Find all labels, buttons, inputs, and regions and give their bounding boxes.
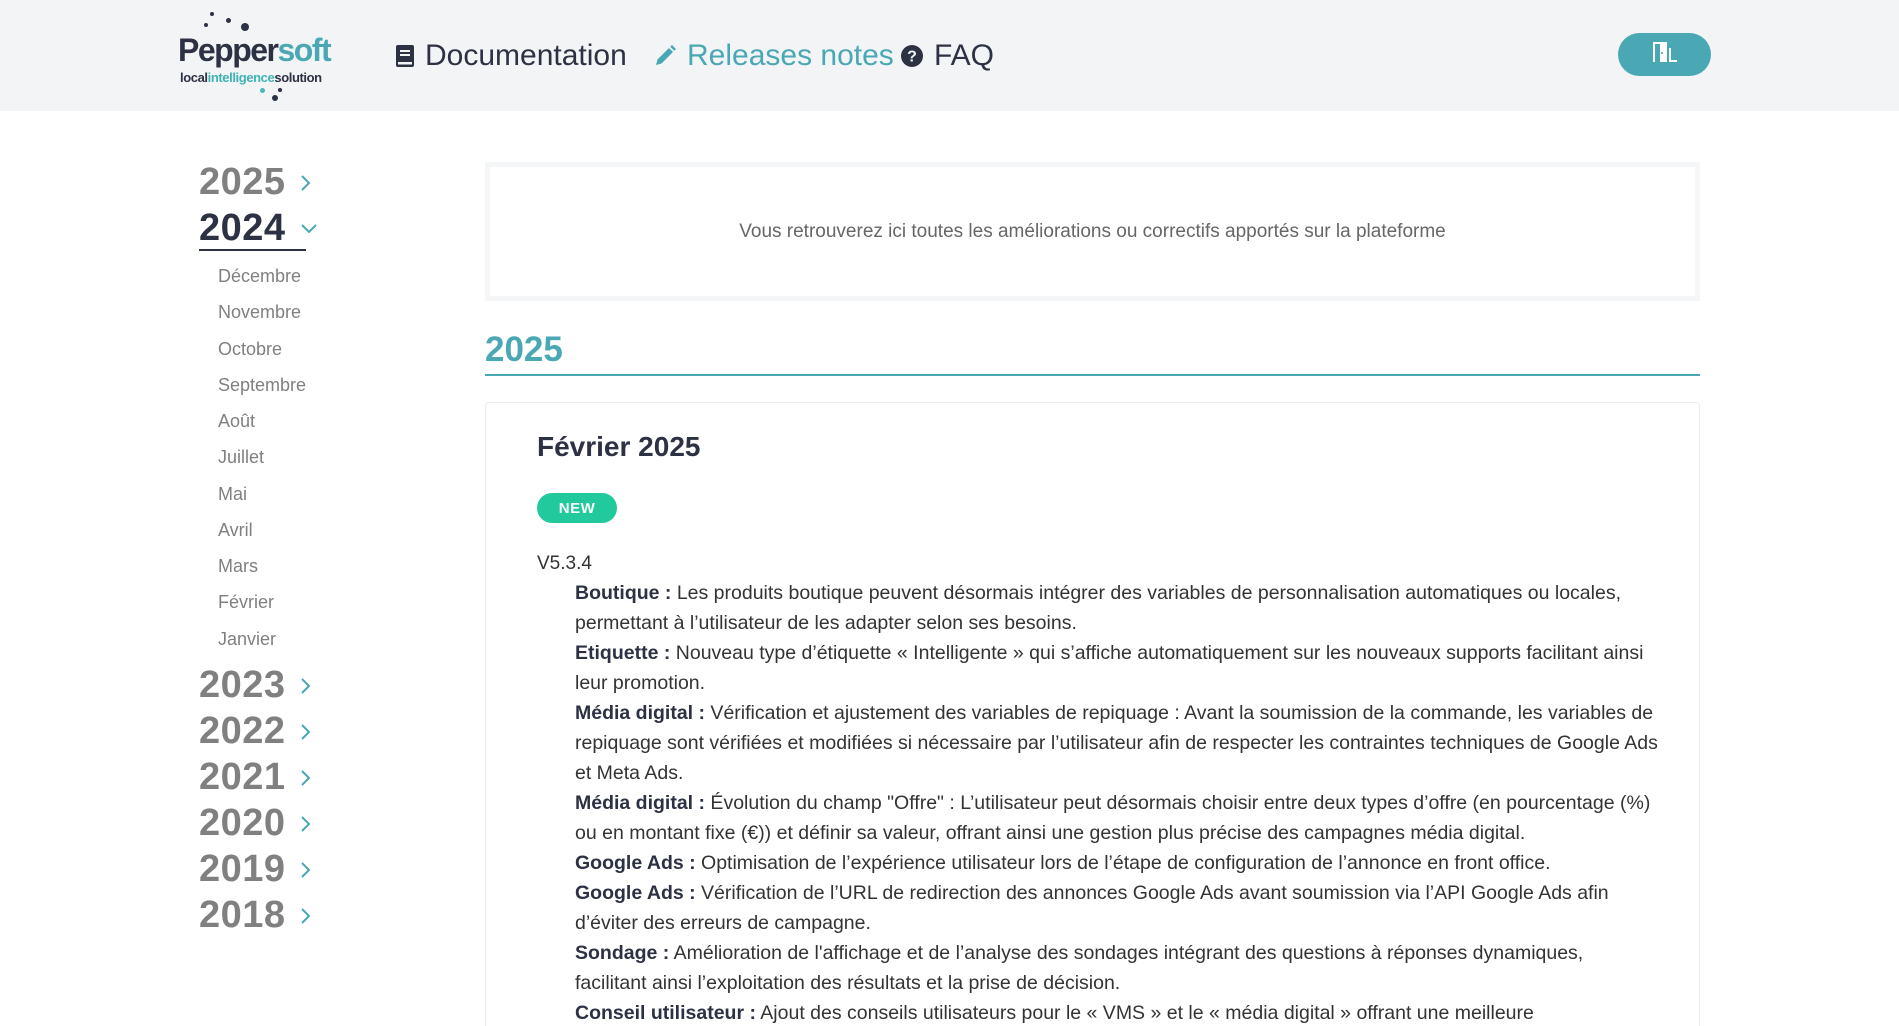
- sidebar-year-2018[interactable]: 2018: [199, 894, 312, 937]
- logo-wordmark: Peppersoft: [178, 32, 332, 68]
- sidebar-month[interactable]: Février: [218, 592, 274, 613]
- section-divider: [485, 374, 1700, 376]
- sidebar-month[interactable]: Mai: [218, 484, 247, 505]
- svg-text:?: ?: [907, 49, 917, 66]
- entry-label: Sondage :: [575, 942, 670, 964]
- intro-text: Vous retrouverez ici toutes les améliora…: [739, 220, 1446, 242]
- nav-releases-notes[interactable]: Releases notes: [653, 36, 894, 76]
- book-icon: [395, 44, 415, 68]
- release-entry: Média digital : Vérification et ajusteme…: [575, 698, 1660, 788]
- release-entry: Boutique : Les produits boutique peuvent…: [575, 578, 1660, 638]
- release-entries: Boutique : Les produits boutique peuvent…: [575, 578, 1660, 1026]
- release-entry: Google Ads : Vérification de l’URL de re…: [575, 878, 1660, 938]
- release-entry: Sondage : Amélioration de l'affichage et…: [575, 938, 1660, 998]
- sidebar-year-2024[interactable]: 2024: [199, 207, 318, 250]
- peppersoft-logo[interactable]: Peppersoft localintelligencesolution: [178, 8, 348, 101]
- sidebar-month[interactable]: Mars: [218, 556, 258, 577]
- chevron-right-icon: [300, 861, 312, 879]
- pencil-icon: [653, 44, 677, 68]
- release-title: Février 2025: [537, 431, 701, 462]
- chevron-right-icon: [300, 723, 312, 741]
- sidebar-month[interactable]: Juillet: [218, 447, 264, 468]
- logout-button[interactable]: [1618, 33, 1711, 76]
- chevron-right-icon: [300, 907, 312, 925]
- release-entry: Conseil utilisateur : Ajout des conseils…: [575, 998, 1660, 1026]
- release-entry: Google Ads : Optimisation de l’expérienc…: [575, 848, 1660, 878]
- sidebar-year-2022[interactable]: 2022: [199, 710, 312, 753]
- entry-label: Conseil utilisateur :: [575, 1002, 756, 1024]
- active-year-underline: [199, 249, 306, 251]
- logo-dot: [210, 12, 214, 16]
- chevron-right-icon: [300, 677, 312, 695]
- entry-label: Google Ads :: [575, 882, 696, 904]
- sidebar-year-2023[interactable]: 2023: [199, 664, 312, 707]
- entry-label: Média digital :: [575, 792, 706, 814]
- entry-label: Média digital :: [575, 702, 706, 724]
- release-version: V5.3.4: [537, 553, 592, 574]
- logo-tagline: localintelligencesolution: [180, 70, 322, 85]
- chevron-right-icon: [300, 174, 312, 192]
- entry-text: Optimisation de l’expérience utilisateur…: [695, 852, 1551, 874]
- question-circle-icon: ?: [900, 44, 924, 68]
- logo-dot: [272, 95, 278, 101]
- nav-faq[interactable]: ? FAQ: [900, 36, 994, 76]
- sidebar-month[interactable]: Janvier: [218, 629, 276, 650]
- sidebar-year-2019[interactable]: 2019: [199, 848, 312, 891]
- logo-dot: [278, 88, 282, 92]
- entry-text: Ajout des conseils utilisateurs pour le …: [755, 1002, 1534, 1024]
- entry-label: Boutique :: [575, 582, 672, 604]
- logo-dot: [260, 88, 265, 93]
- logo-dot: [204, 23, 208, 27]
- entry-text: Vérification de l’URL de redirection des…: [575, 882, 1609, 934]
- sidebar-month[interactable]: Octobre: [218, 339, 282, 360]
- release-card: Février 2025 NEW V5.3.4 Boutique : Les p…: [485, 402, 1700, 1026]
- chevron-down-icon: [300, 223, 318, 235]
- sidebar-month[interactable]: Décembre: [218, 266, 301, 287]
- entry-label: Etiquette :: [575, 642, 671, 664]
- nav-faq-label: FAQ: [934, 39, 995, 72]
- sidebar-year-2021[interactable]: 2021: [199, 756, 312, 799]
- entry-label: Google Ads :: [575, 852, 696, 874]
- entry-text: Les produits boutique peuvent désormais …: [575, 582, 1621, 634]
- sidebar-month[interactable]: Septembre: [218, 375, 306, 396]
- chevron-right-icon: [300, 769, 312, 787]
- chevron-right-icon: [300, 815, 312, 833]
- entry-text: Amélioration de l'affichage et de l’anal…: [575, 942, 1584, 994]
- entry-text: Nouveau type d’étiquette « Intelligente …: [575, 642, 1644, 694]
- nav-documentation[interactable]: Documentation: [395, 36, 627, 76]
- nav-releases-notes-label: Releases notes: [687, 39, 894, 72]
- sidebar-year-2025[interactable]: 2025: [199, 161, 312, 204]
- door-exit-icon: [1650, 40, 1680, 69]
- nav-documentation-label: Documentation: [425, 39, 627, 72]
- sidebar-year-2020[interactable]: 2020: [199, 802, 312, 845]
- new-badge: NEW: [537, 493, 617, 523]
- entry-text: Évolution du champ "Offre" : L’utilisate…: [575, 792, 1651, 844]
- top-navigation-bar: Peppersoft localintelligencesolution Doc…: [0, 0, 1899, 111]
- release-entry: Média digital : Évolution du champ "Offr…: [575, 788, 1660, 848]
- sidebar-month[interactable]: Novembre: [218, 302, 301, 323]
- intro-box: Vous retrouverez ici toutes les améliora…: [485, 162, 1700, 301]
- logo-dot: [226, 18, 231, 23]
- sidebar-month[interactable]: Avril: [218, 520, 253, 541]
- logo-dot: [241, 23, 249, 31]
- entry-text: Vérification et ajustement des variables…: [575, 702, 1658, 784]
- release-entry: Etiquette : Nouveau type d’étiquette « I…: [575, 638, 1660, 698]
- sidebar-month[interactable]: Août: [218, 411, 255, 432]
- section-year-heading: 2025: [485, 330, 563, 369]
